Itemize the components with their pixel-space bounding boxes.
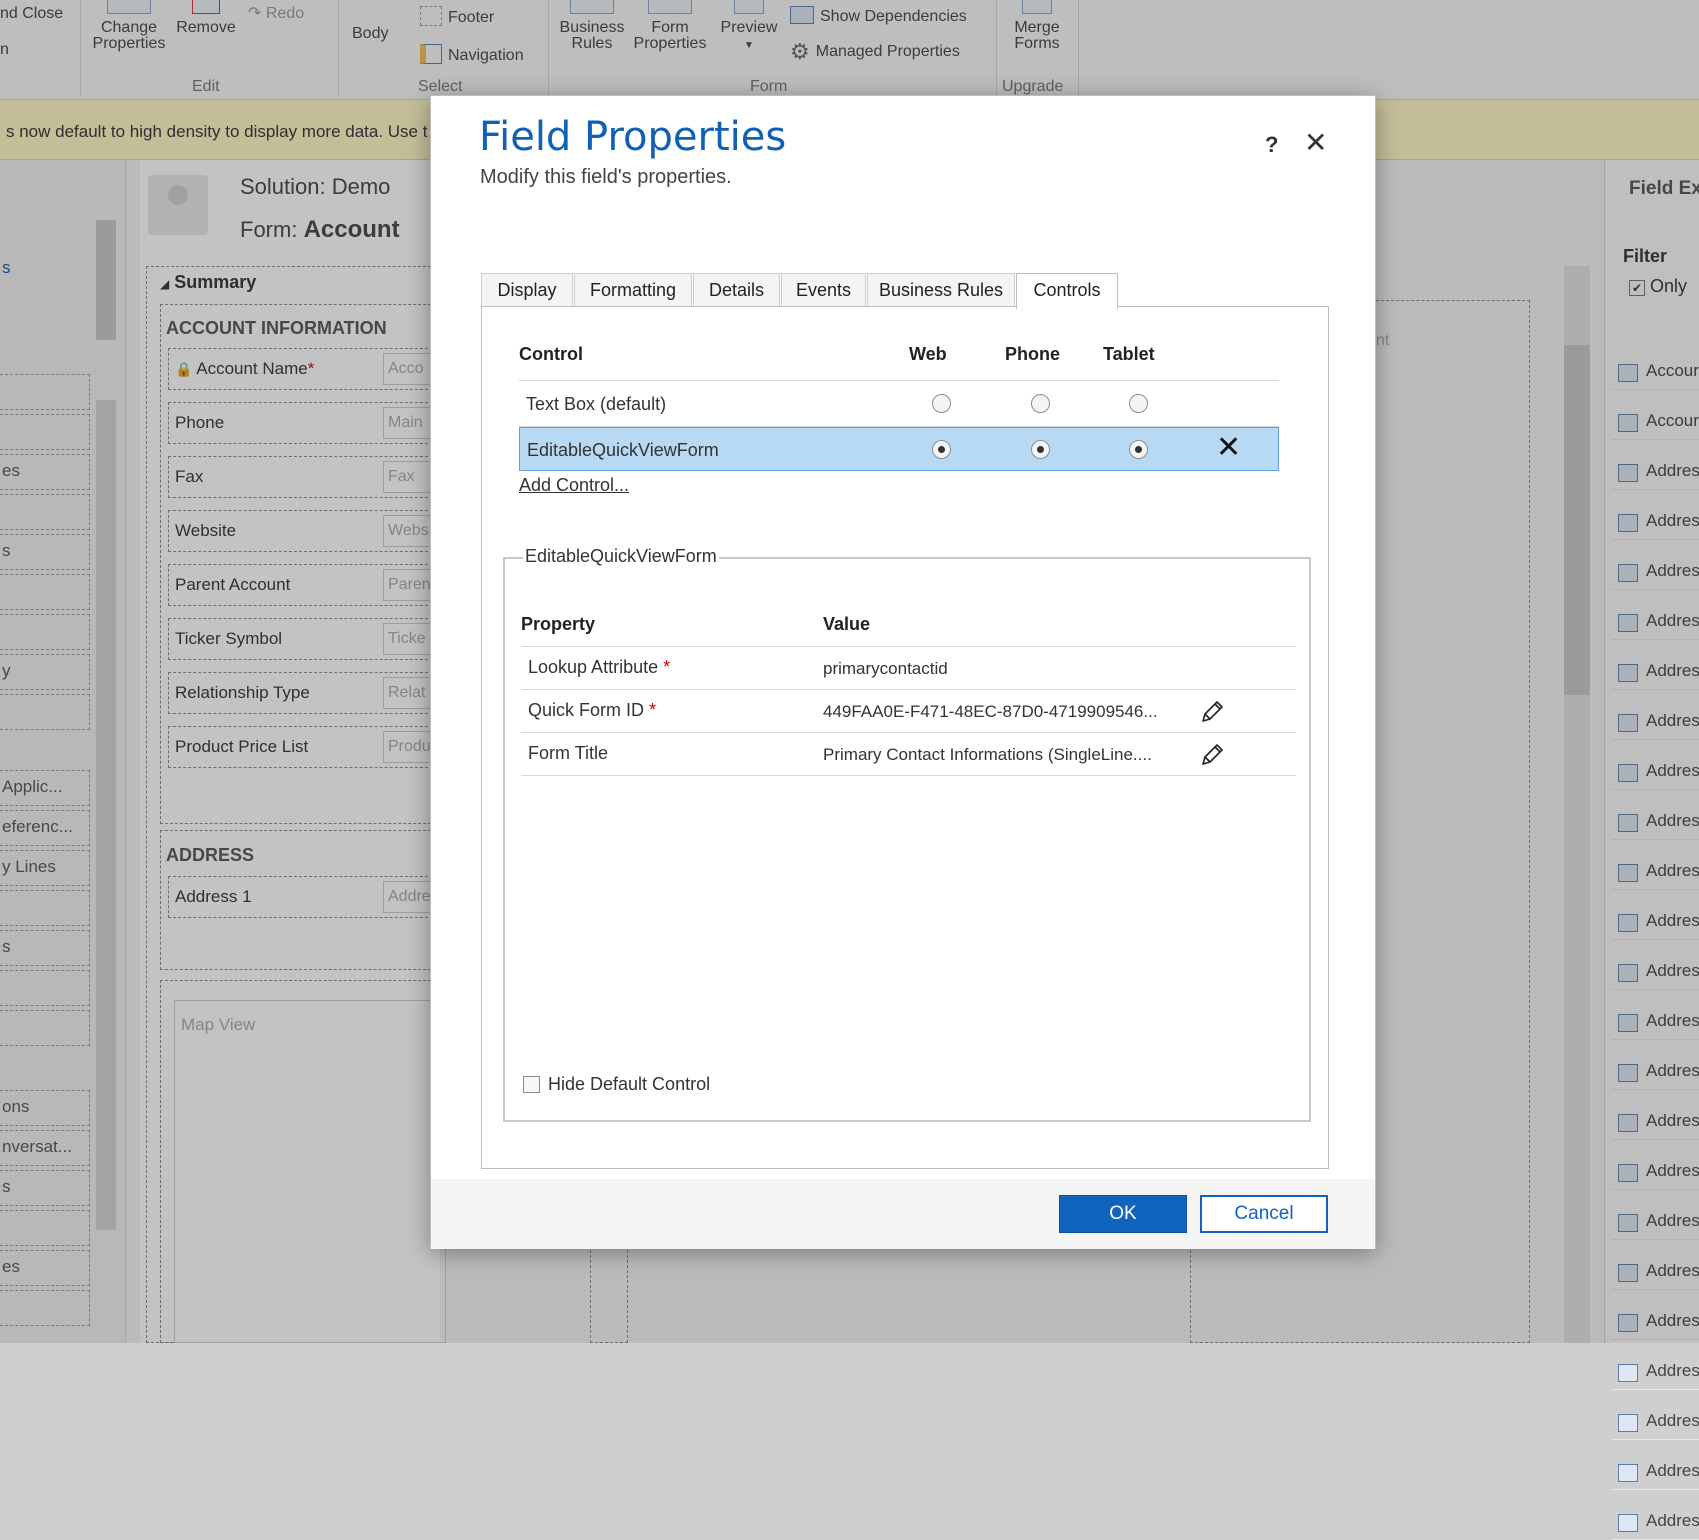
value-column-header: Value [823,614,871,634]
property-value: Primary Contact Informations (SingleLine… [823,745,1152,764]
required-marker: * [663,657,671,677]
control-properties-legend: EditableQuickViewForm [523,546,719,567]
add-control-link[interactable]: Add Control... [519,475,629,496]
field-explorer-item[interactable]: Addres [1612,1352,1699,1390]
edit-pencil-icon[interactable] [1199,699,1225,725]
tablet-radio[interactable] [1129,440,1148,459]
hide-default-control-checkbox[interactable] [523,1076,540,1093]
property-label: Quick Form ID [528,700,645,720]
tab-events[interactable]: Events [781,273,866,307]
tab-display[interactable]: Display [481,273,573,307]
edit-pencil-icon[interactable] [1199,742,1225,768]
ok-button[interactable]: OK [1059,1195,1187,1233]
hide-default-control-label: Hide Default Control [548,1074,711,1094]
property-value: primarycontactid [823,659,948,678]
required-marker: * [649,700,657,720]
help-icon[interactable]: ? [1265,132,1278,158]
close-icon[interactable]: ✕ [1304,126,1327,159]
property-row-form-title: Form Title Primary Contact Informations … [521,733,1296,777]
controls-tab-panel: Control Web Phone Tablet Text Box (defau… [481,306,1329,1169]
tab-formatting[interactable]: Formatting [574,273,692,307]
property-value: 449FAA0E-F471-48EC-87D0-4719909546... [823,702,1158,721]
control-name: Text Box (default) [526,394,667,414]
property-label: Lookup Attribute [528,657,659,677]
control-properties-group: EditableQuickViewForm Property Value Loo… [503,546,1311,1122]
web-column-header: Web [909,344,947,364]
cancel-button[interactable]: Cancel [1200,1195,1328,1233]
control-row-text-box[interactable]: Text Box (default) [519,382,1279,426]
tab-details[interactable]: Details [693,273,780,307]
dialog-subtitle: Modify this field's properties. [480,166,732,188]
tablet-column-header: Tablet [1103,344,1155,364]
tab-business-rules[interactable]: Business Rules [867,273,1015,307]
phone-column-header: Phone [1005,344,1061,364]
field-explorer-item[interactable]: Addres [1612,1402,1699,1440]
property-column-header: Property [521,614,596,634]
field-explorer-item[interactable]: Addres [1612,1502,1699,1540]
phone-radio[interactable] [1031,394,1050,413]
property-name: Quick Form ID * [528,700,656,721]
phone-radio[interactable] [1031,440,1050,459]
table-divider [521,775,1296,776]
property-name: Form Title [528,743,609,763]
control-row-editable-quick-view-form[interactable]: EditableQuickViewForm ✕ [519,427,1279,471]
property-row-lookup-attribute: Lookup Attribute * primarycontactid [521,647,1296,691]
field-properties-dialog: Field Properties Modify this field's pro… [430,95,1376,1249]
web-radio[interactable] [932,440,951,459]
dialog-title: Field Properties [479,114,787,160]
remove-control-icon[interactable]: ✕ [1216,430,1241,465]
property-row-quick-form-id: Quick Form ID * 449FAA0E-F471-48EC-87D0-… [521,690,1296,734]
control-column-header: Control [519,344,583,364]
tablet-radio[interactable] [1129,394,1148,413]
field-explorer-item[interactable]: Addres [1612,1452,1699,1490]
tab-controls[interactable]: Controls [1016,273,1118,309]
property-name: Lookup Attribute * [528,657,670,678]
control-name: EditableQuickViewForm [527,440,719,460]
web-radio[interactable] [932,394,951,413]
hide-default-control-option[interactable]: Hide Default Control [523,1074,710,1095]
table-divider [519,380,1279,381]
